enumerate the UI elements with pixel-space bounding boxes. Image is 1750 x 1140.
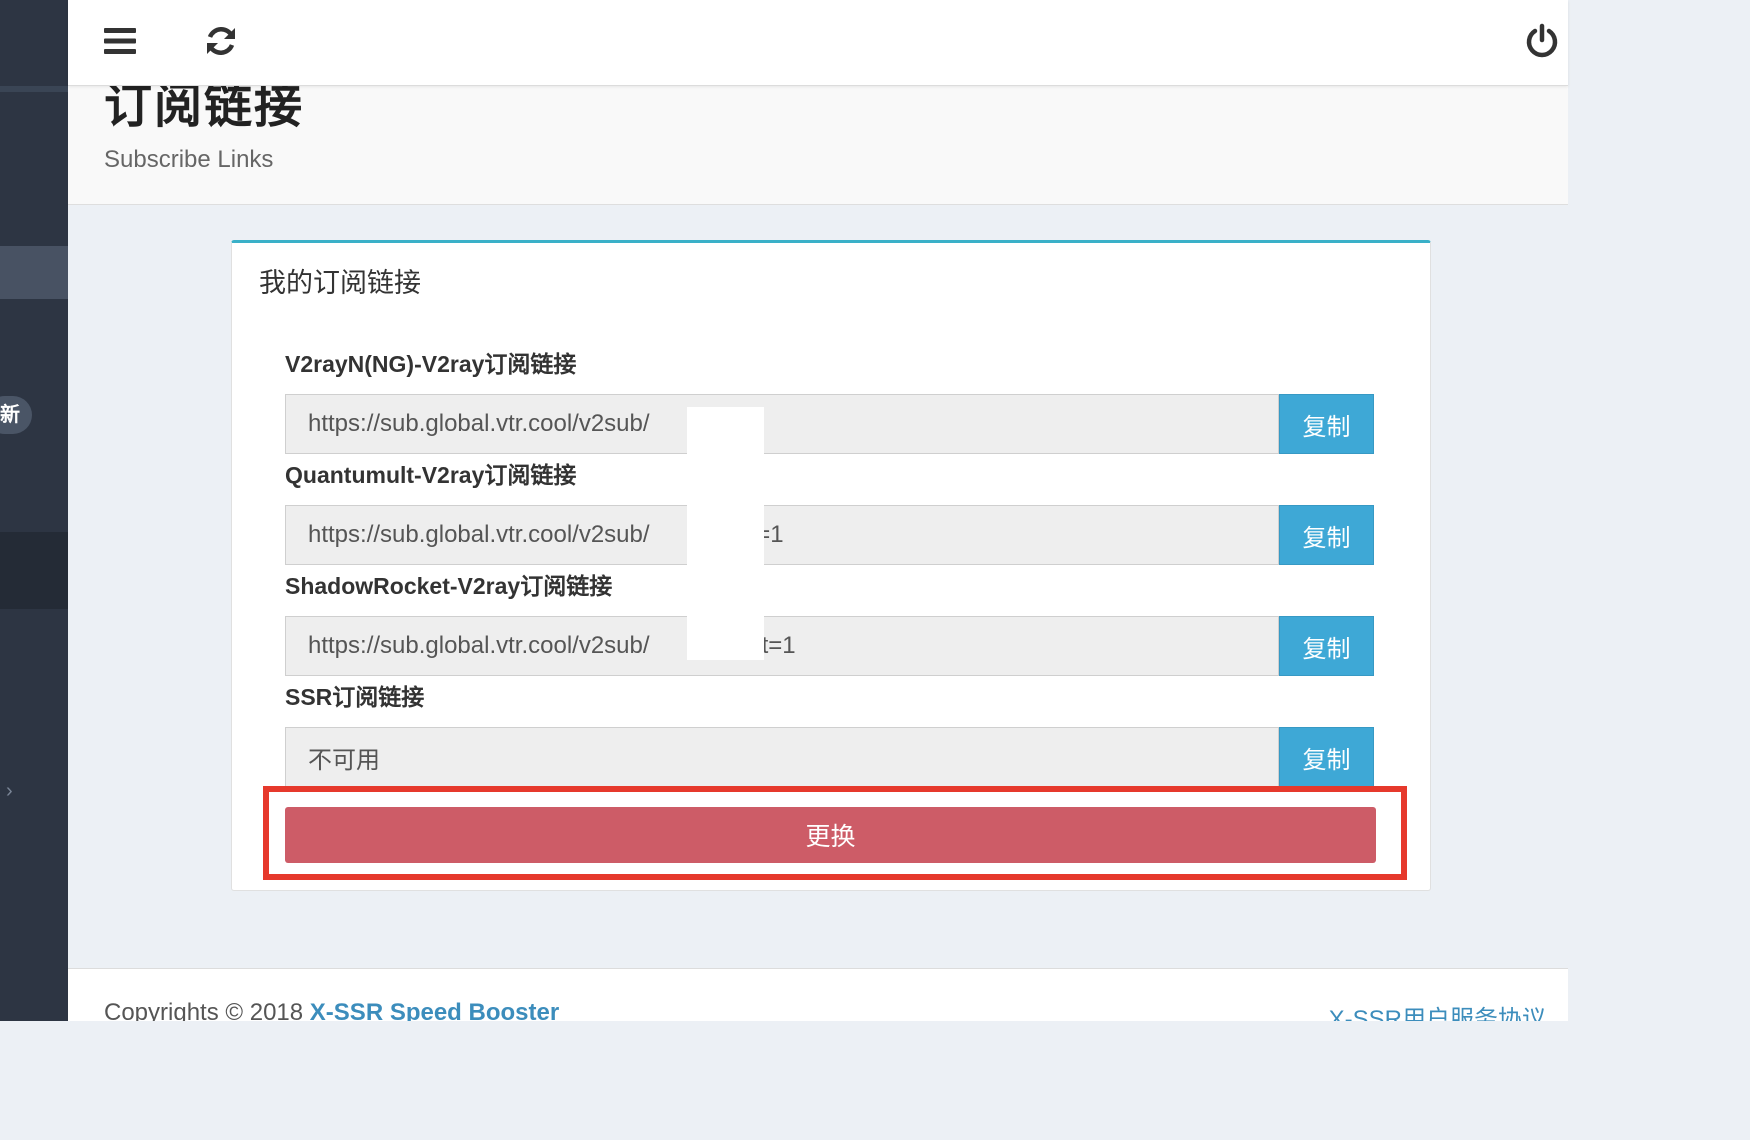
v2rayn-link-input[interactable] (285, 394, 1279, 454)
input-row: 复制 (285, 616, 1374, 676)
link-label: V2rayN(NG)-V2ray订阅链接 (285, 351, 577, 377)
sidebar: 新 › (0, 0, 68, 1021)
link-group-shadowrocket: ShadowRocket-V2ray订阅链接 复制 (285, 569, 1374, 676)
copyright-text: Copyrights © 2018 (104, 999, 304, 1021)
input-row: 复制 (285, 727, 1374, 787)
hamburger-menu-icon[interactable] (100, 21, 140, 61)
sidebar-divider (0, 86, 68, 92)
input-row: 复制 (285, 394, 1374, 454)
top-navbar (68, 0, 1568, 86)
power-icon[interactable] (1522, 21, 1562, 61)
copy-button[interactable]: 复制 (1279, 727, 1374, 787)
sidebar-item-selected[interactable] (0, 532, 68, 609)
link-label: ShadowRocket-V2ray订阅链接 (285, 573, 613, 599)
link-group-ssr: SSR订阅链接 复制 (285, 680, 1374, 787)
ssr-link-input[interactable] (285, 727, 1279, 787)
service-agreement-link[interactable]: X-SSR用户服务协议 (1329, 999, 1546, 1021)
page-subtitle: Subscribe Links (104, 146, 274, 173)
link-group-v2rayn: V2rayN(NG)-V2ray订阅链接 复制 (285, 347, 1374, 454)
refresh-icon[interactable] (201, 21, 241, 61)
redaction-block (687, 407, 764, 660)
copy-button[interactable]: 复制 (1279, 616, 1374, 676)
footer: Copyrights © 2018 X-SSR Speed Booster X-… (68, 968, 1568, 1021)
footer-copyright: Copyrights © 2018 X-SSR Speed Booster (104, 999, 559, 1021)
sidebar-item-active[interactable] (0, 246, 68, 299)
content-header: 订阅链接 Subscribe Links (68, 86, 1568, 205)
link-group-quantumult: Quantumult-V2ray订阅链接 复制 (285, 458, 1374, 565)
replace-button[interactable]: 更换 (285, 807, 1376, 863)
copy-button[interactable]: 复制 (1279, 394, 1374, 454)
box-title: 我的订阅链接 (259, 268, 421, 298)
page-title: 订阅链接 (104, 86, 305, 133)
link-label: SSR订阅链接 (285, 684, 425, 710)
copy-button[interactable]: 复制 (1279, 505, 1374, 565)
chevron-right-icon[interactable]: › (6, 780, 13, 803)
shadowrocket-link-input[interactable] (285, 616, 1279, 676)
link-label: Quantumult-V2ray订阅链接 (285, 462, 577, 488)
new-badge[interactable]: 新 (0, 396, 32, 434)
input-row: 复制 (285, 505, 1374, 565)
quantumult-link-input[interactable] (285, 505, 1279, 565)
brand-link[interactable]: X-SSR Speed Booster (310, 999, 559, 1021)
